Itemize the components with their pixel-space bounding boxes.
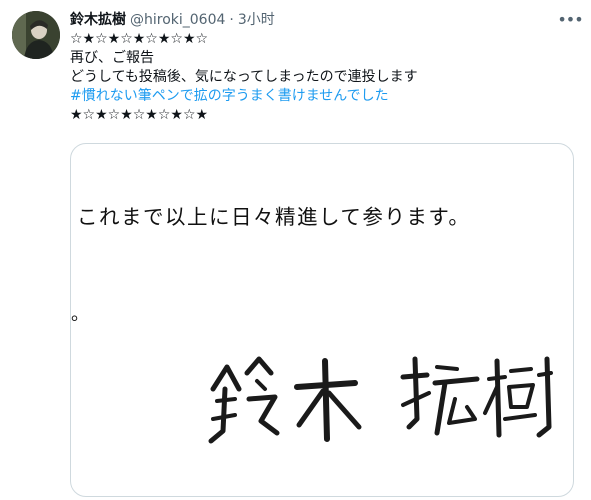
- avatar-image: [12, 11, 60, 59]
- timestamp[interactable]: 3小时: [238, 10, 275, 30]
- document-mark: 。: [71, 304, 89, 325]
- tweet-text-line: どうしても投稿後、気になってしまったので連投します: [70, 69, 418, 85]
- separator-dot: ·: [229, 12, 234, 28]
- attached-image[interactable]: これまで以上に日々精進して参ります。 。: [70, 143, 574, 497]
- tweet-text-line: ☆★☆★☆★☆★☆★☆: [70, 31, 209, 47]
- document-text: これまで以上に日々精進して参ります。: [77, 205, 471, 229]
- author-name[interactable]: 鈴木拡樹: [70, 10, 126, 30]
- tweet-header: 鈴木拡樹 @hiroki_0604 · 3小时 •••: [70, 8, 584, 32]
- tweet-text-line: 再び、ご報告: [70, 50, 154, 66]
- tweet-text-line: ★☆★☆★☆★☆★☆★: [70, 107, 209, 123]
- avatar[interactable]: [12, 11, 60, 59]
- more-options-icon[interactable]: •••: [557, 8, 583, 32]
- signature-image: [208, 356, 553, 444]
- author-handle[interactable]: @hiroki_0604: [130, 10, 225, 30]
- hashtag-link[interactable]: #慣れない筆ペンで拡の字うまく書けませんでした: [70, 87, 580, 106]
- tweet-body: 鈴木拡樹 @hiroki_0604 · 3小时 ••• ☆★☆★☆★☆★☆★☆ …: [70, 8, 584, 125]
